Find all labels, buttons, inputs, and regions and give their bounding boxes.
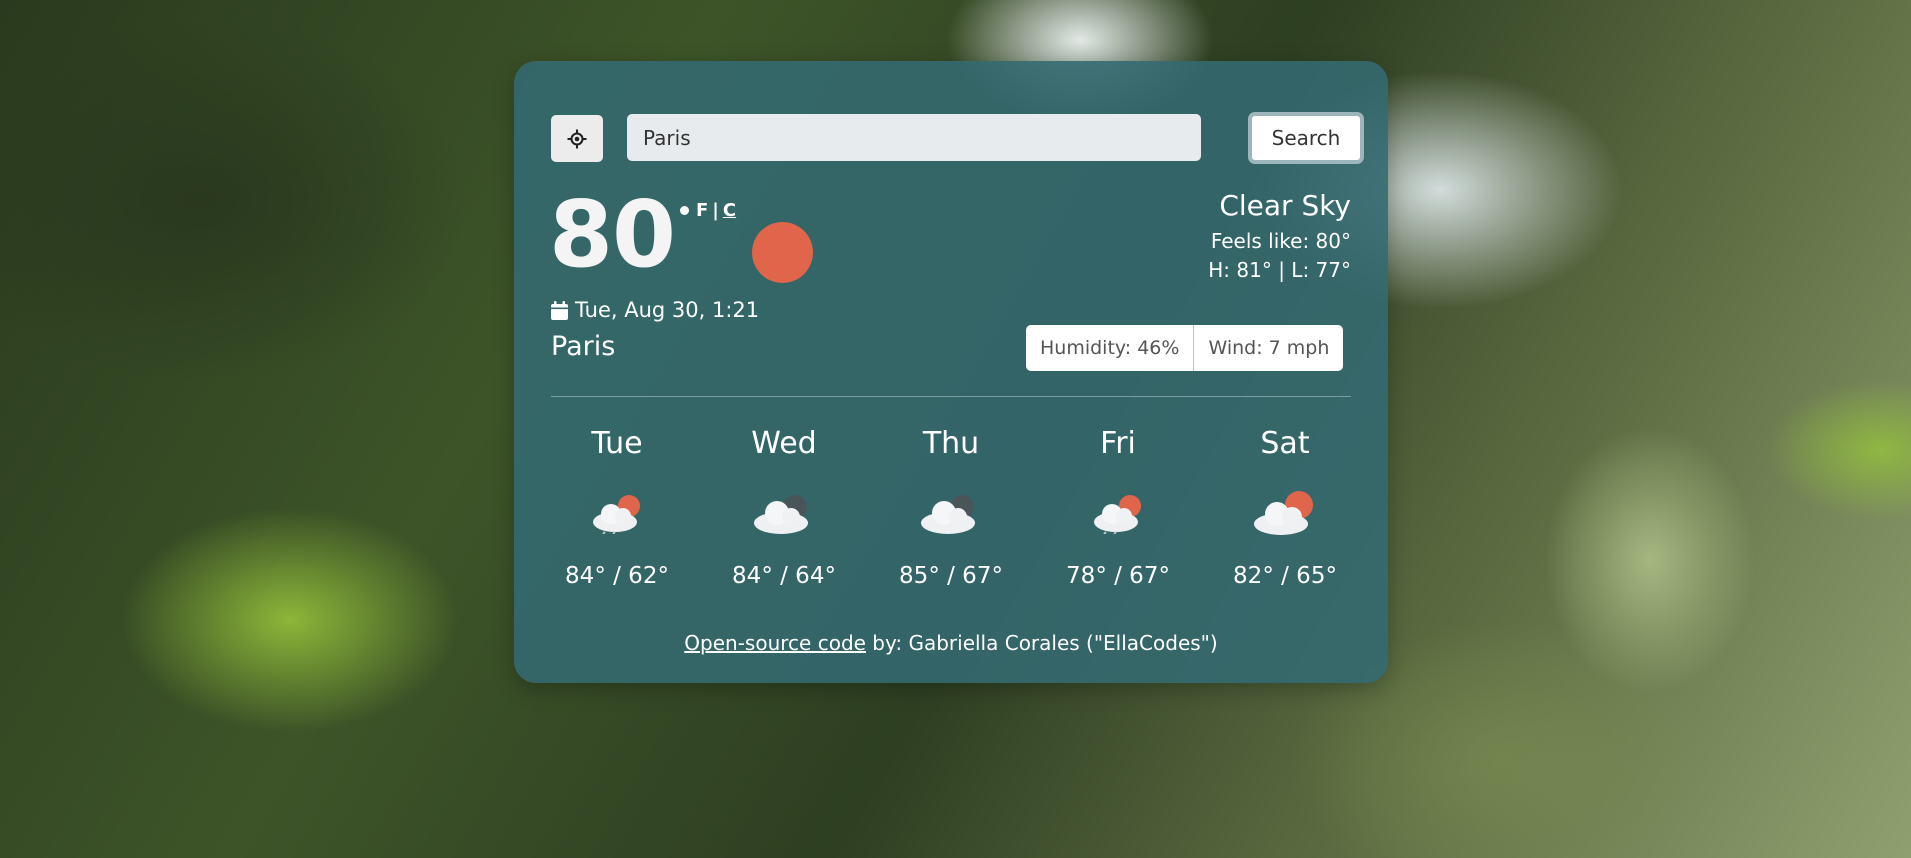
crosshair-icon (567, 129, 587, 148)
open-source-link[interactable]: Open-source code (684, 631, 866, 655)
divider (551, 396, 1351, 397)
search-button[interactable]: Search (1248, 112, 1364, 164)
unit-toggle: F | C (680, 200, 736, 221)
forecast-day: Sat 82° / 65° (1219, 426, 1351, 590)
unit-fahrenheit[interactable]: F (696, 200, 708, 221)
footer-credit: Open-source code by: Gabriella Corales (… (514, 631, 1388, 655)
author-credit: by: Gabriella Corales ("EllaCodes") (865, 631, 1218, 655)
unit-separator: | (712, 200, 719, 221)
sun-icon (752, 222, 813, 283)
forecast-day: Wed 84° / 64° (718, 426, 850, 590)
forecast-day-name: Tue (591, 426, 643, 461)
date-text: Tue, Aug 30, 1:21 (575, 298, 760, 322)
partly-cloudy-icon (1094, 495, 1141, 534)
conditions-badges: Humidity: 46% Wind: 7 mph (1026, 325, 1344, 371)
cloudy-icon (921, 495, 975, 534)
weather-card: Search 80 F | C Tue, Aug 30, 1:21 Paris … (514, 61, 1388, 683)
degree-icon (680, 206, 689, 215)
forecast-temps: 84° / 62° (565, 563, 669, 589)
humidity-badge: Humidity: 46% (1040, 337, 1180, 359)
current-date: Tue, Aug 30, 1:21 (551, 298, 759, 322)
forecast-temps: 78° / 67° (1066, 563, 1170, 589)
forecast-temps: 85° / 67° (899, 563, 1003, 589)
forecast-row: Tue 84° / 62° Wed 84° / 64° Thu 85° / 67… (551, 426, 1351, 590)
weather-condition: Clear Sky (1219, 189, 1351, 222)
partly-cloudy-icon (1254, 491, 1313, 535)
city-name: Paris (551, 331, 616, 362)
cloudy-icon (754, 495, 808, 534)
unit-celsius[interactable]: C (723, 200, 736, 221)
partly-cloudy-icon (593, 495, 640, 534)
forecast-day: Tue 84° / 62° (551, 426, 683, 590)
forecast-day: Thu 85° / 67° (885, 426, 1017, 590)
feels-like: Feels like: 80° (1210, 229, 1351, 253)
calendar-icon (551, 300, 568, 320)
forecast-day-name: Wed (751, 426, 817, 461)
forecast-temps: 84° / 64° (732, 563, 836, 589)
forecast-day-name: Fri (1100, 426, 1136, 461)
forecast-day-name: Thu (922, 426, 980, 461)
wind-badge: Wind: 7 mph (1193, 325, 1343, 371)
forecast-day: Fri 78° / 67° (1052, 426, 1184, 590)
city-search-input[interactable] (627, 114, 1201, 161)
forecast-temps: 82° / 65° (1233, 563, 1337, 589)
forecast-day-name: Sat (1260, 426, 1310, 461)
current-temperature: 80 (549, 181, 676, 288)
current-location-button[interactable] (551, 115, 603, 162)
high-low: H: 81° | L: 77° (1208, 258, 1351, 282)
